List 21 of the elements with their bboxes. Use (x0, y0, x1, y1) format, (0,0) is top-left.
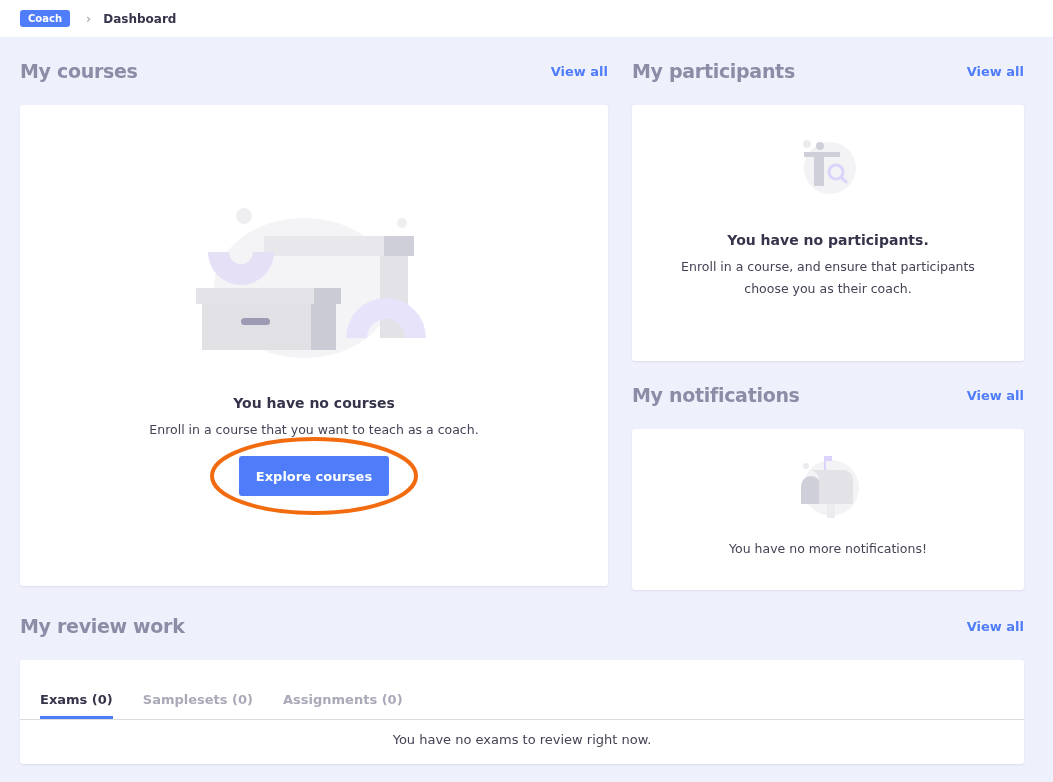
view-all-link[interactable]: View all (550, 63, 608, 79)
empty-title: You have no courses (233, 395, 395, 411)
section-title: My review work (20, 615, 185, 637)
breadcrumb-separator: › (86, 11, 92, 26)
section-title: My participants (632, 60, 795, 82)
coach-badge[interactable]: Coach (20, 10, 70, 27)
empty-message: Enroll in a course, and ensure that participants choose you as their coach. (680, 258, 976, 298)
empty-message: You have no more notifications! (729, 540, 927, 558)
empty-message: You have no exams to review right now. (391, 731, 653, 747)
empty-message: Enroll in a course that you want to teach as a coach. (149, 421, 479, 439)
view-all-link[interactable]: View all (966, 63, 1024, 79)
explore-courses-button[interactable]: Explore courses (239, 456, 389, 496)
review-tab[interactable]: Samplesets (0) (142, 684, 253, 719)
section-title: My notifications (632, 384, 800, 406)
breadcrumb-current: Dashboard (103, 11, 177, 26)
view-all-link[interactable]: View all (966, 618, 1024, 634)
section-title: My courses (20, 60, 138, 82)
empty-title: You have no participants. (727, 232, 929, 248)
review-tab[interactable]: Assignments (0) (283, 684, 403, 719)
review-tab[interactable]: Exams (0) (40, 684, 113, 719)
view-all-link[interactable]: View all (966, 387, 1024, 403)
